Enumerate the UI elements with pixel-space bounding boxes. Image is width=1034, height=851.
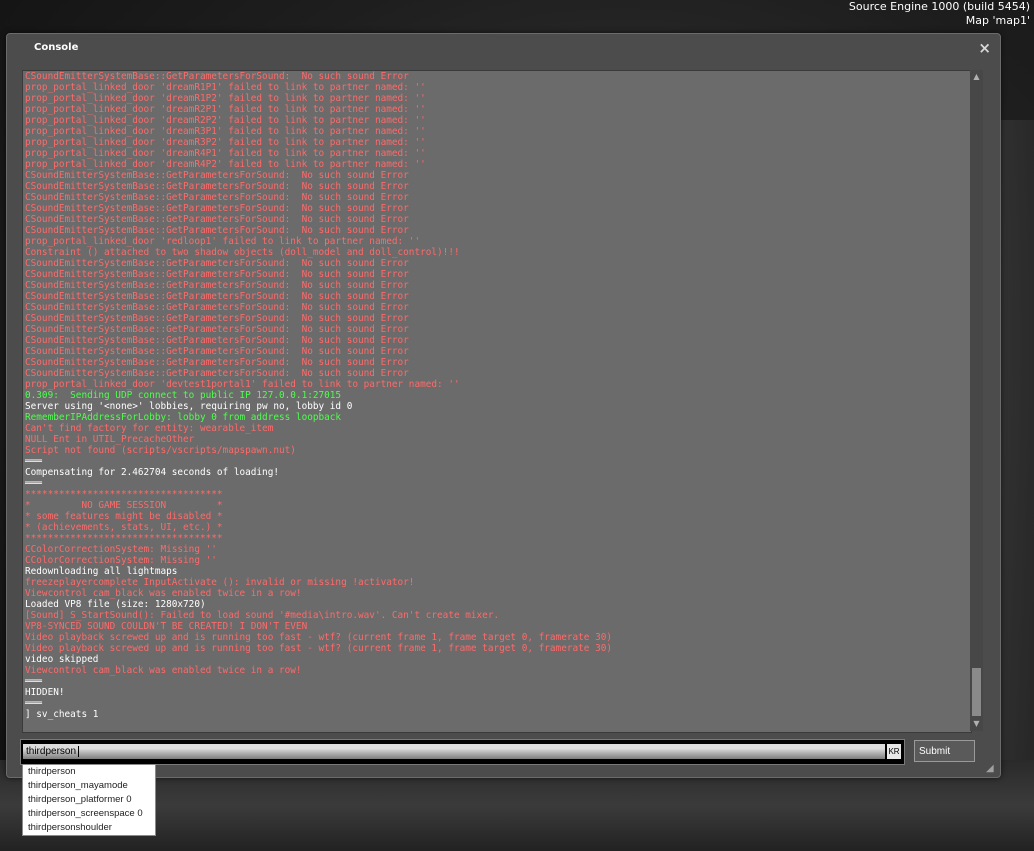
text-caret (78, 746, 79, 757)
log-line: prop_portal_linked_door 'dreamR3P1' fail… (25, 126, 426, 137)
log-line: CSoundEmitterSystemBase::GetParametersFo… (25, 192, 409, 203)
log-line: CColorCorrectionSystem: Missing '' (25, 555, 217, 566)
engine-map-text: Map 'map1' (965, 14, 1030, 27)
log-line: Constraint () attached to two shadow obj… (25, 247, 460, 258)
log-line: prop_portal_linked_door 'dreamR1P2' fail… (25, 93, 426, 104)
log-line: CSoundEmitterSystemBase::GetParametersFo… (25, 258, 409, 269)
scroll-track[interactable] (972, 84, 981, 717)
engine-build-text: Source Engine 1000 (build 5454) (848, 0, 1030, 13)
log-line: prop_portal_linked_door 'dreamR2P1' fail… (25, 104, 426, 115)
close-icon[interactable]: × (978, 39, 991, 57)
log-line: prop_portal_linked_door 'devtest1portal1… (25, 379, 460, 390)
log-line: CSoundEmitterSystemBase::GetParametersFo… (25, 181, 409, 192)
log-line: ═══ (25, 478, 42, 489)
console-title: Console (34, 42, 79, 53)
log-line: *********************************** (25, 489, 223, 500)
engine-info: Source Engine 1000 (build 5454) Map 'map… (849, 0, 1030, 28)
log-scrollbar[interactable]: ▲ ▼ (970, 70, 983, 731)
log-line: prop_portal_linked_door 'dreamR3P2' fail… (25, 137, 426, 148)
log-line: * some features might be disabled * (25, 511, 223, 522)
log-line: CSoundEmitterSystemBase::GetParametersFo… (25, 269, 409, 280)
scroll-thumb[interactable] (972, 668, 981, 716)
log-line: RememberIPAddressForLobby: lobby 0 from … (25, 412, 342, 423)
log-line: Compensating for 2.462704 seconds of loa… (25, 467, 279, 478)
log-line: CSoundEmitterSystemBase::GetParametersFo… (25, 335, 409, 346)
log-line: CSoundEmitterSystemBase::GetParametersFo… (25, 280, 409, 291)
resize-grip-icon[interactable]: ◢ (986, 763, 998, 775)
log-line: * (achievements, stats, UI, etc.) * (25, 522, 223, 533)
log-line: [Sound] S_StartSound(): Failed to load s… (25, 610, 500, 621)
autocomplete-item[interactable]: thirdperson_mayamode (23, 779, 155, 793)
log-line: CSoundEmitterSystemBase::GetParametersFo… (25, 71, 409, 82)
log-line: CSoundEmitterSystemBase::GetParametersFo… (25, 346, 409, 357)
command-input-background (23, 744, 885, 759)
log-line: Server using '<none>' lobbies, requiring… (25, 401, 353, 412)
log-line: ═══ (25, 456, 42, 467)
log-line: Redownloading all lightmaps (25, 566, 178, 577)
log-line: CSoundEmitterSystemBase::GetParametersFo… (25, 313, 409, 324)
submit-button[interactable]: Submit (914, 740, 975, 762)
console-log[interactable]: CSoundEmitterSystemBase::GetParametersFo… (22, 70, 972, 733)
scroll-up-icon[interactable]: ▲ (970, 72, 983, 82)
autocomplete-item[interactable]: thirdperson_screenspace 0 (23, 807, 155, 821)
autocomplete-dropdown: thirdperson thirdperson_mayamode thirdpers… (22, 764, 156, 836)
scroll-down-icon[interactable]: ▼ (970, 719, 983, 729)
log-line: *********************************** (25, 533, 223, 544)
log-line: VP8-SYNCED SOUND COULDN'T BE CREATED! I … (25, 621, 308, 632)
log-line: CSoundEmitterSystemBase::GetParametersFo… (25, 357, 409, 368)
log-line: video skipped (25, 654, 99, 665)
log-line: CSoundEmitterSystemBase::GetParametersFo… (25, 291, 409, 302)
log-line: ═══ (25, 698, 42, 709)
log-line: Script not found (scripts/vscripts/mapsp… (25, 445, 296, 456)
log-line: CSoundEmitterSystemBase::GetParametersFo… (25, 170, 409, 181)
autocomplete-item[interactable]: thirdperson (23, 765, 155, 779)
log-line: ═══ (25, 676, 42, 687)
log-line: Viewcontrol cam_black was enabled twice … (25, 588, 302, 599)
language-indicator: KR (887, 744, 901, 759)
log-line: CSoundEmitterSystemBase::GetParametersFo… (25, 302, 409, 313)
log-line: CSoundEmitterSystemBase::GetParametersFo… (25, 324, 409, 335)
log-line: prop_portal_linked_door 'redloop1' faile… (25, 236, 421, 247)
autocomplete-item[interactable]: thirdpersonshoulder (23, 821, 155, 835)
log-line: Video playback screwed up and is running… (25, 632, 612, 643)
log-line: freezeplayercomplete InputActivate (): i… (25, 577, 415, 588)
log-line: CSoundEmitterSystemBase::GetParametersFo… (25, 368, 409, 379)
autocomplete-item[interactable]: thirdperson_platformer 0 (23, 793, 155, 807)
log-line: CColorCorrectionSystem: Missing '' (25, 544, 217, 555)
log-line: NULL Ent in UTIL_PrecacheOther (25, 434, 195, 445)
log-line: prop_portal_linked_door 'dreamR4P1' fail… (25, 148, 426, 159)
log-line: Video playback screwed up and is running… (25, 643, 612, 654)
log-line: * NO GAME SESSION * (25, 500, 223, 511)
log-list: CSoundEmitterSystemBase::GetParametersFo… (25, 71, 612, 720)
log-line: CSoundEmitterSystemBase::GetParametersFo… (25, 214, 409, 225)
log-line: ] sv_cheats 1 (25, 709, 99, 720)
log-line: CSoundEmitterSystemBase::GetParametersFo… (25, 225, 409, 236)
log-line: HIDDEN! (25, 687, 65, 698)
log-line: prop_portal_linked_door 'dreamR1P1' fail… (25, 82, 426, 93)
log-line: CSoundEmitterSystemBase::GetParametersFo… (25, 203, 409, 214)
log-line: 0.309: Sending UDP connect to public IP … (25, 390, 342, 401)
console-titlebar[interactable]: Console × (7, 34, 1000, 64)
log-line: prop_portal_linked_door 'dreamR4P2' fail… (25, 159, 426, 170)
console-window: Console × CSoundEmitterSystemBase::GetPa… (6, 33, 1001, 778)
log-line: Viewcontrol cam_black was enabled twice … (25, 665, 302, 676)
log-line: Loaded VP8 file (size: 1280x720) (25, 599, 206, 610)
log-line: Can't find factory for entity: wearable_… (25, 423, 274, 434)
command-input[interactable] (26, 744, 881, 759)
log-line: prop_portal_linked_door 'dreamR2P2' fail… (25, 115, 426, 126)
command-input-wrapper: KR (20, 739, 905, 765)
